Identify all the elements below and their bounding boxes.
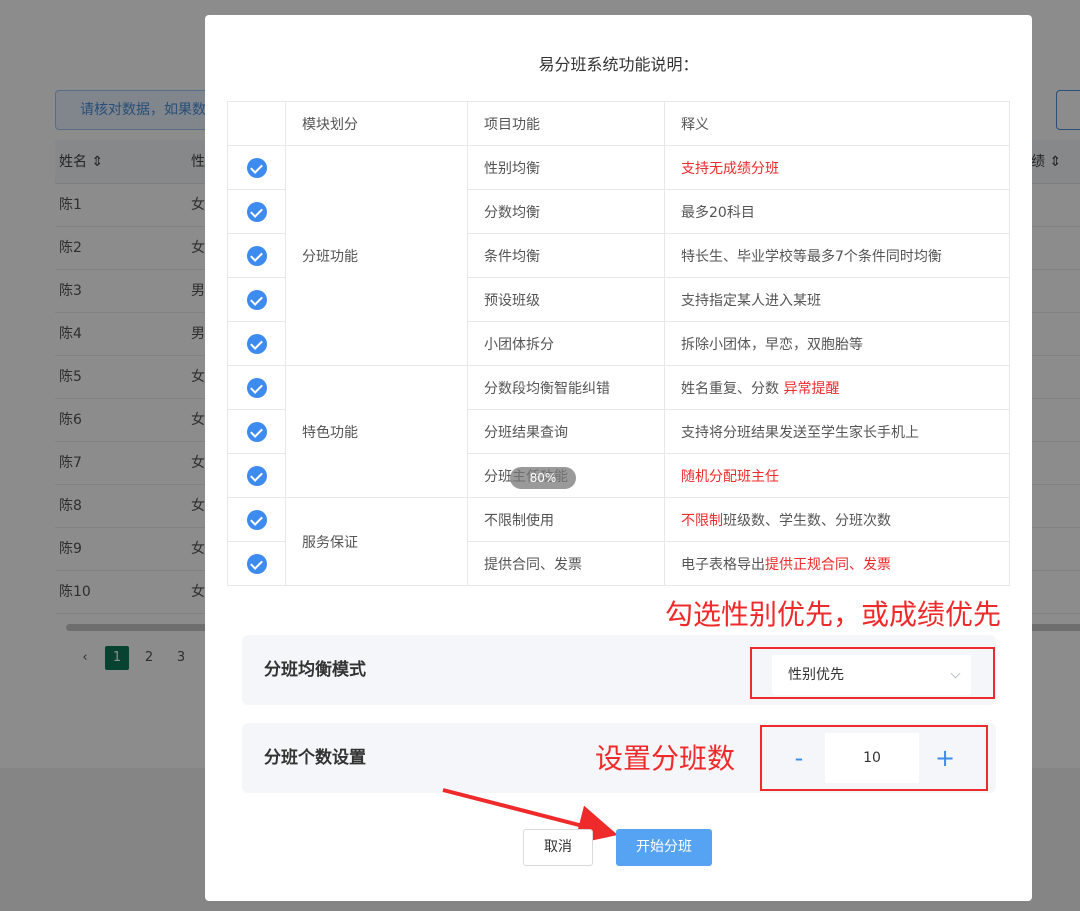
feature-checkbox[interactable]: [227, 365, 286, 410]
feature-modal: 易分班系统功能说明： 模块划分 项目功能 释义 分班功能 性别均衡 支持无成绩分班分…: [205, 15, 1032, 901]
start-grouping-button[interactable]: 开始分班: [616, 829, 712, 866]
description-cell: 拆除小团体，早恋，双胞胎等: [664, 321, 1010, 366]
class-count-stepper[interactable]: - 10 +: [773, 733, 971, 783]
feature-cell: 分数段均衡智能纠错: [467, 365, 665, 410]
feature-header: 项目功能: [467, 101, 665, 146]
check-circle-icon: [246, 333, 267, 354]
feature-cell: 预设班级: [467, 277, 665, 322]
feature-cell: 提供合同、发票: [467, 541, 665, 586]
description-cell: 最多20科目: [664, 189, 1010, 234]
check-circle-icon: [246, 553, 267, 574]
check-circle-icon: [246, 509, 267, 530]
feature-checkbox[interactable]: [227, 409, 286, 454]
class-count-value[interactable]: 10: [825, 733, 919, 783]
feature-cell: 分数均衡: [467, 189, 665, 234]
feature-checkbox[interactable]: [227, 453, 286, 498]
feature-cell: 分班结果查询: [467, 409, 665, 454]
description-highlight: 随机分配班主任: [681, 468, 779, 485]
check-circle-icon: [246, 421, 267, 442]
feature-cell: 小团体拆分: [467, 321, 665, 366]
feature-cell: 性别均衡: [467, 145, 665, 190]
check-circle-icon: [246, 289, 267, 310]
feature-row: 分班功能 性别均衡 支持无成绩分班: [227, 145, 1010, 366]
class-count-label: 分班个数设置: [264, 748, 366, 768]
description-text: 最多20科目: [681, 204, 755, 221]
balance-mode-label: 分班均衡模式: [264, 660, 366, 680]
description-cell: 支持将分班结果发送至学生家长手机上: [664, 409, 1010, 454]
description-cell: 特长生、毕业学校等最多7个条件同时均衡: [664, 233, 1010, 278]
description-highlight: 不限制: [681, 512, 723, 529]
description-highlight: 异常提醒: [783, 380, 840, 397]
description-cell: 随机分配班主任: [664, 453, 1010, 498]
feature-cell: 不限制使用: [467, 497, 665, 542]
feature-checkbox[interactable]: [227, 497, 286, 542]
description-highlight: 支持无成绩分班: [681, 160, 779, 177]
description-header: 释义: [664, 101, 1010, 146]
balance-mode-select[interactable]: 性别优先: [772, 655, 971, 695]
description-text: 电子表格导出: [681, 556, 765, 573]
chevron-down-icon: [950, 668, 961, 679]
description-text: 特长生、毕业学校等最多7个条件同时均衡: [681, 248, 942, 265]
module-header: 模块划分: [285, 101, 468, 146]
feature-checkbox[interactable]: [227, 541, 286, 586]
decrement-button[interactable]: -: [773, 733, 825, 783]
description-text: 支持指定某人进入某班: [681, 292, 821, 309]
check-circle-icon: [246, 465, 267, 486]
description-cell: 支持指定某人进入某班: [664, 277, 1010, 322]
description-cell: 姓名重复、分数 异常提醒: [664, 365, 1010, 410]
annotation-count-hint: 设置分班数: [595, 742, 736, 775]
feature-checkbox[interactable]: [227, 145, 286, 190]
description-text: 支持将分班结果发送至学生家长手机上: [681, 424, 919, 441]
feature-checkbox[interactable]: [227, 321, 286, 366]
description-text: 姓名重复、分数: [681, 380, 784, 397]
balance-mode-value: 性别优先: [788, 667, 844, 683]
check-column-header: [227, 101, 286, 146]
annotation-mode-hint: 勾选性别优先，或成绩优先: [665, 598, 1002, 631]
check-circle-icon: [246, 245, 267, 266]
description-cell: 支持无成绩分班: [664, 145, 1010, 190]
feature-checkbox[interactable]: [227, 277, 286, 322]
module-cell: 特色功能: [285, 365, 468, 498]
description-highlight: 提供正规合同、发票: [765, 556, 891, 573]
increment-button[interactable]: +: [919, 733, 971, 783]
description-text: 拆除小团体，早恋，双胞胎等: [681, 336, 863, 353]
feature-table: 模块划分 项目功能 释义 分班功能 性别均衡 支持无成绩分班 分数均衡 最多20科目 条件…: [227, 101, 1010, 586]
zoom-level-badge: 80%: [510, 467, 576, 489]
feature-row: 特色功能 分数段均衡智能纠错 姓名重复、分数 异常提醒: [227, 365, 1010, 498]
feature-cell: 条件均衡: [467, 233, 665, 278]
module-cell: 服务保证: [285, 497, 468, 586]
check-circle-icon: [246, 201, 267, 222]
cancel-button[interactable]: 取消: [523, 829, 593, 866]
check-circle-icon: [246, 157, 267, 178]
feature-row: 服务保证 不限制使用 不限制班级数、学生数、分班次数: [227, 497, 1010, 586]
description-tail: 班级数、学生数、分班次数: [723, 512, 891, 529]
description-cell: 不限制班级数、学生数、分班次数: [664, 497, 1010, 542]
feature-checkbox[interactable]: [227, 189, 286, 234]
check-circle-icon: [246, 377, 267, 398]
module-cell: 分班功能: [285, 145, 468, 366]
feature-checkbox[interactable]: [227, 233, 286, 278]
description-cell: 电子表格导出提供正规合同、发票: [664, 541, 1010, 586]
modal-title: 易分班系统功能说明：: [538, 55, 699, 74]
